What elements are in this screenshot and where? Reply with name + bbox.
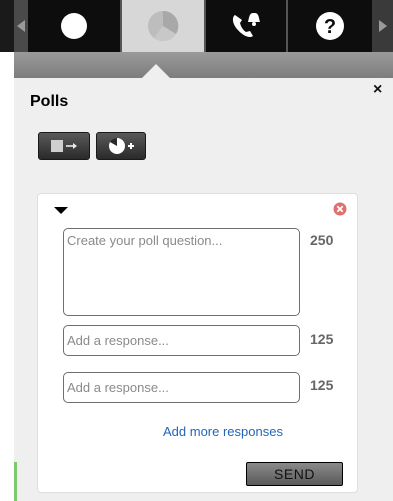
- svg-text:?: ?: [324, 16, 336, 38]
- left-arrow-icon: [17, 20, 25, 32]
- response-char-count-2: 125: [310, 377, 334, 393]
- poll-question-input[interactable]: [63, 228, 300, 316]
- scroll-right-button[interactable]: [372, 0, 393, 52]
- phone-bell-icon: [232, 13, 260, 38]
- tab-help[interactable]: ?: [288, 0, 372, 52]
- tab-polls[interactable]: [122, 0, 204, 52]
- help-icon: ?: [316, 12, 344, 40]
- pie-chart-icon: [148, 10, 179, 42]
- toolbar-shadow: [14, 52, 393, 78]
- tab-status[interactable]: [28, 0, 120, 52]
- export-icon: [51, 140, 77, 152]
- edge-indicator: [14, 462, 17, 501]
- send-button[interactable]: SEND: [246, 462, 343, 486]
- toolbar: ?: [0, 0, 393, 52]
- add-more-responses-link[interactable]: Add more responses: [163, 424, 283, 439]
- right-arrow-icon: [378, 20, 387, 32]
- tab-call[interactable]: [206, 0, 286, 52]
- collapse-caret-icon[interactable]: [54, 207, 68, 214]
- response-input-2[interactable]: [63, 372, 300, 403]
- page-title: Polls: [30, 93, 69, 110]
- scroll-left-button[interactable]: [14, 0, 28, 52]
- question-char-count: 250: [310, 232, 334, 248]
- pie-chart-add-icon: [109, 137, 134, 154]
- response-input-1[interactable]: [63, 325, 300, 356]
- response-char-count-1: 125: [310, 331, 334, 347]
- circle-icon: [61, 13, 87, 39]
- remove-icon[interactable]: [333, 202, 347, 216]
- close-icon[interactable]: ×: [373, 82, 382, 98]
- panel-pointer: [142, 64, 170, 78]
- export-poll-button[interactable]: [38, 132, 90, 160]
- add-poll-button[interactable]: [96, 132, 146, 160]
